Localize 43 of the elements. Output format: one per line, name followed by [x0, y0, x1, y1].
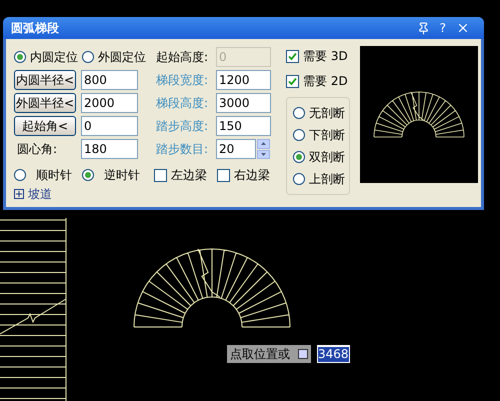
pin-icon[interactable]: [416, 22, 430, 34]
check-icon: [288, 76, 297, 86]
pick-button[interactable]: 外圆半径<: [14, 93, 76, 113]
field-label: 圆心角:: [16, 141, 58, 158]
down-arrow-icon[interactable]: [261, 152, 266, 156]
window-title: 圆弧梯段: [11, 20, 59, 37]
radio-button[interactable]: 上剖断: [293, 170, 349, 188]
radio-button[interactable]: 内圆定位: [14, 48, 80, 66]
dropdown-icon[interactable]: [298, 349, 308, 359]
input-field[interactable]: 2000: [81, 93, 138, 113]
input-field[interactable]: 1200: [216, 70, 271, 90]
input-field[interactable]: 180: [81, 139, 138, 159]
radio-button[interactable]: 下剖断: [293, 126, 349, 144]
radio-button[interactable]: 无剖断: [293, 104, 349, 122]
radio-button[interactable]: 外圆定位: [82, 48, 146, 66]
checkbox[interactable]: 左边梁: [154, 166, 217, 184]
input-field: 0: [216, 47, 271, 67]
field-label: 梯段宽度:: [156, 72, 210, 89]
checkbox[interactable]: 右边梁: [217, 166, 280, 184]
radio-button[interactable]: 双剖断: [293, 148, 349, 166]
pick-button[interactable]: 起始角<: [14, 116, 76, 136]
checkbox[interactable]: 需要 3D: [286, 47, 356, 65]
help-button[interactable]: ?: [440, 22, 446, 34]
checkbox[interactable]: 需要 2D: [286, 72, 356, 90]
command-prompt: 点取位置或: [230, 346, 290, 363]
plus-icon: [16, 191, 22, 197]
field-label: 起始高度:: [156, 49, 210, 66]
field-label: 踏步数目:: [156, 141, 210, 158]
input-field[interactable]: 150: [216, 116, 271, 136]
spinner-control[interactable]: [257, 139, 270, 159]
close-icon[interactable]: [456, 21, 470, 35]
pick-button[interactable]: 内圆半径<: [14, 70, 76, 90]
check-icon: [288, 52, 297, 60]
input-field[interactable]: 20: [216, 139, 256, 159]
field-label: 梯段高度:: [156, 95, 210, 112]
radio-button[interactable]: 逆时针: [82, 166, 154, 184]
input-field[interactable]: 3000: [216, 93, 271, 113]
radio-button[interactable]: 顺时针: [14, 166, 82, 184]
input-field[interactable]: 0: [81, 116, 138, 136]
up-arrow-icon[interactable]: [261, 142, 266, 146]
field-label: 踏步高度:: [156, 118, 210, 135]
input-field[interactable]: 800: [81, 70, 138, 90]
ramp-expander[interactable]: 坡道: [14, 185, 52, 203]
